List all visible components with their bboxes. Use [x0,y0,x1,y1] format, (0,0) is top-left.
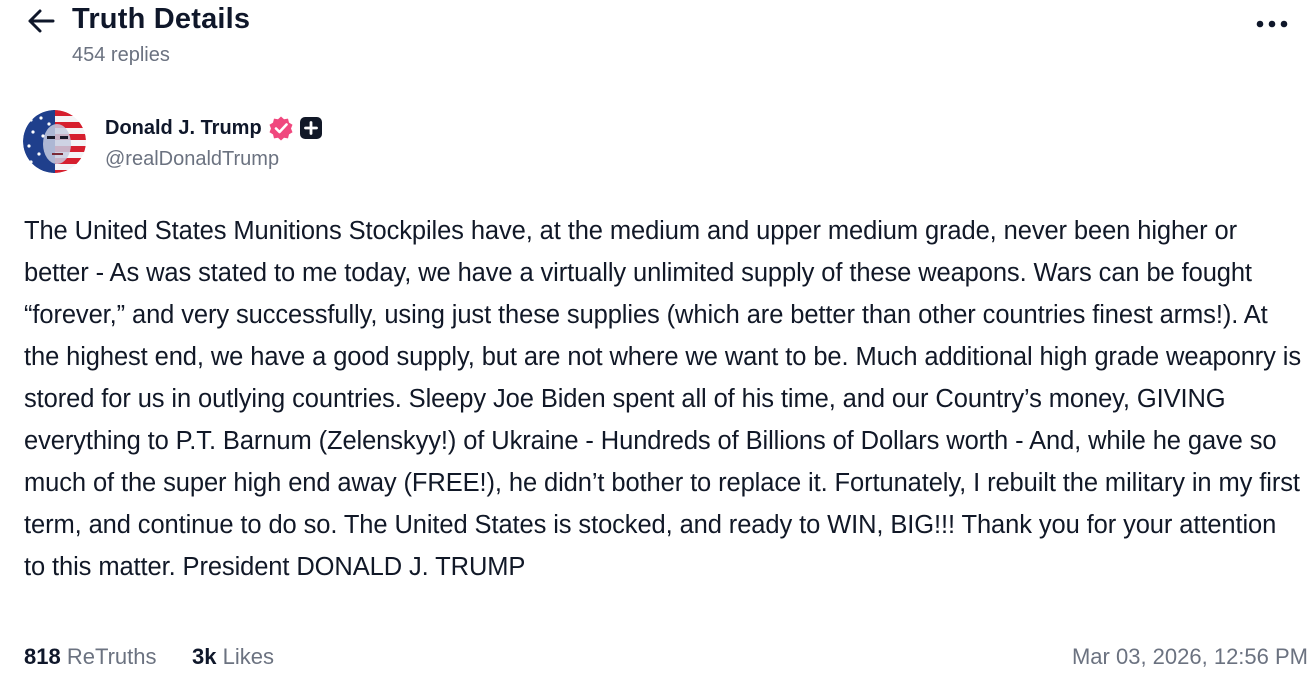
avatar-image [23,110,86,173]
retruths-stat[interactable]: 818 ReTruths [24,644,157,670]
verified-badge-icon [268,115,294,141]
page-header: Truth Details 454 replies [0,0,1308,80]
post-timestamp[interactable]: Mar 03, 2026, 12:56 PM [1072,644,1308,670]
retruths-label: ReTruths [66,644,157,669]
likes-label: Likes [222,644,274,669]
avatar[interactable] [23,110,86,173]
post-text: The United States Munitions Stockpiles h… [24,217,1302,581]
retruths-count: 818 [24,644,61,669]
author-name[interactable]: Donald J. Trump [105,117,262,140]
plus-badge-icon [299,117,322,139]
author-name-row: Donald J. Trump [105,114,322,142]
author-handle[interactable]: @realDonaldTrump [105,148,279,171]
likes-count: 3k [192,644,217,669]
arrow-left-icon [28,9,55,33]
more-options-button[interactable] [1254,14,1290,34]
back-button[interactable] [26,8,56,34]
post-stats: 818 ReTruths 3k Likes Mar 03, 2026, 12:5… [24,644,1308,678]
replies-count: 454 replies [72,44,170,66]
post-author: Donald J. Trump @realDonaldTrump [23,108,623,178]
more-horizontal-icon [1256,20,1288,28]
likes-stat[interactable]: 3k Likes [192,644,274,670]
page-title: Truth Details [72,3,251,35]
